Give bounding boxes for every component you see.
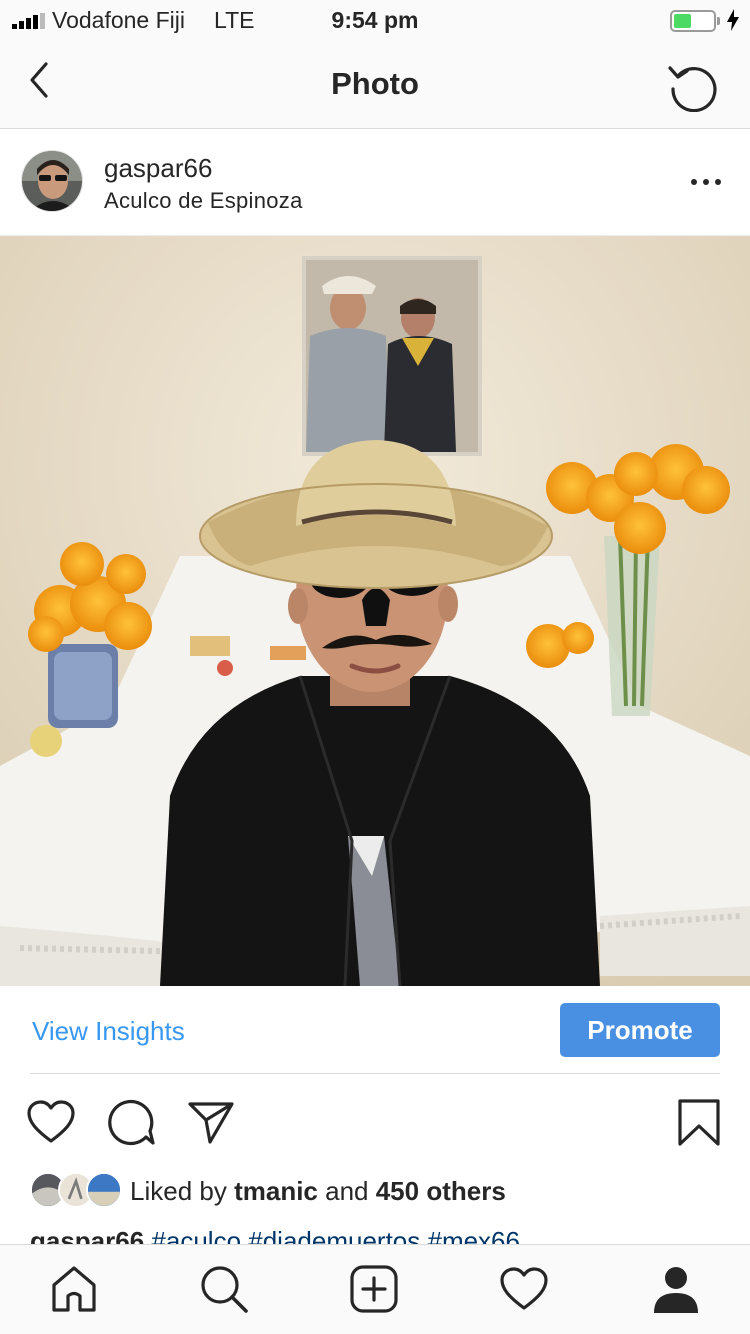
avatar[interactable] xyxy=(21,150,83,212)
liker-avatars[interactable] xyxy=(30,1172,122,1208)
heart-icon[interactable] xyxy=(26,1098,76,1148)
charging-bolt-icon xyxy=(727,9,739,31)
top-liker-username[interactable]: tmanic xyxy=(234,1176,318,1206)
status-bar: Vodafone Fiji LTE 9:54 pm xyxy=(0,0,750,40)
divider xyxy=(30,1073,720,1074)
post-username[interactable]: gaspar66 xyxy=(104,153,212,184)
profile-icon[interactable] xyxy=(650,1263,702,1315)
caption-username[interactable]: gaspar66 xyxy=(30,1226,144,1244)
bookmark-icon[interactable] xyxy=(674,1098,724,1148)
home-icon[interactable] xyxy=(48,1263,100,1315)
likes-row: Liked by tmanic and 450 others xyxy=(30,1170,730,1210)
page-title: Photo xyxy=(331,66,419,101)
post-header: gaspar66 Aculco de Espinoza xyxy=(0,129,750,236)
promote-button[interactable]: Promote xyxy=(560,1003,720,1057)
search-icon[interactable] xyxy=(198,1263,250,1315)
post-photo[interactable] xyxy=(0,236,750,986)
refresh-icon[interactable] xyxy=(666,58,720,112)
activity-heart-icon[interactable] xyxy=(498,1263,550,1315)
likes-others-count[interactable]: 450 others xyxy=(376,1176,506,1206)
new-post-icon[interactable] xyxy=(348,1263,400,1315)
insights-row: View Insights Promote xyxy=(0,986,750,1074)
status-time: 9:54 pm xyxy=(331,7,419,33)
caption-hashtags[interactable]: #aculco #diademuertos #mex66 xyxy=(151,1226,520,1244)
navigation-bar: Photo xyxy=(0,40,750,129)
post-location[interactable]: Aculco de Espinoza xyxy=(104,188,303,214)
paper-plane-icon[interactable] xyxy=(186,1098,236,1148)
ellipsis-icon[interactable] xyxy=(688,171,724,193)
battery-icon xyxy=(670,10,720,32)
view-insights-link[interactable]: View Insights xyxy=(32,1016,185,1047)
post-caption: gaspar66 #aculco #diademuertos #mex66 xyxy=(30,1224,730,1244)
liker-avatar xyxy=(86,1172,122,1208)
comment-icon[interactable] xyxy=(106,1098,156,1148)
bottom-tab-bar xyxy=(0,1244,750,1334)
person-in-sombrero-photo xyxy=(0,236,750,986)
likes-summary[interactable]: Liked by tmanic and 450 others xyxy=(130,1176,506,1207)
